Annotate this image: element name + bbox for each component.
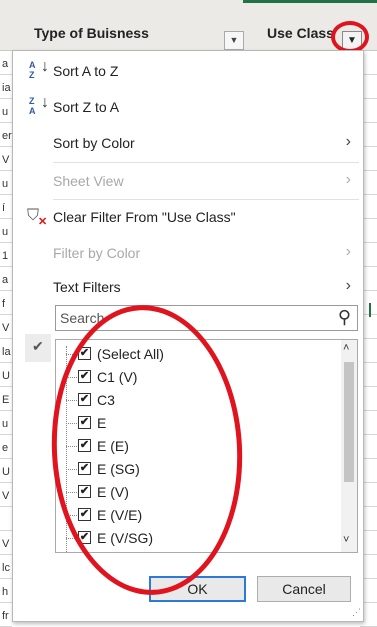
gridline xyxy=(0,482,12,483)
gridline xyxy=(0,530,12,531)
gridline xyxy=(0,506,12,507)
cell-selection-edge xyxy=(369,303,371,317)
gridline xyxy=(0,362,12,363)
cell-text-fragment: a xyxy=(2,58,9,70)
gridline xyxy=(0,218,12,219)
list-scrollbar[interactable]: ˄ ˅ xyxy=(341,340,357,552)
cell-text-fragment: 1 xyxy=(2,250,9,262)
gridline xyxy=(0,98,12,99)
cell-text-fragment: U xyxy=(2,466,10,478)
clear-filter-icon: ⛉ ✕ xyxy=(27,207,48,228)
cell-text-fragment: í xyxy=(2,202,6,214)
sort-z-to-a-item[interactable]: Z A ↓ Sort Z to A xyxy=(13,91,363,125)
cell-text-fragment: la xyxy=(2,346,11,358)
cell-text-fragment: V xyxy=(2,490,10,502)
column-header-use-class[interactable]: Use Class xyxy=(267,25,334,41)
scroll-down-icon[interactable]: ˅ xyxy=(343,534,349,546)
gridline xyxy=(0,602,12,603)
cell-text-fragment: e xyxy=(2,442,9,454)
sort-descending-icon: Z A ↓ xyxy=(29,94,49,117)
gridline xyxy=(0,266,12,267)
scroll-up-icon[interactable]: ˄ xyxy=(343,342,349,354)
sort-by-color-label: Sort by Color xyxy=(53,135,135,151)
cell-text-fragment: f xyxy=(2,298,6,310)
sort-a-to-z-label: Sort A to Z xyxy=(53,63,119,79)
header-row: Type of Buisness ▼ Use Class ▼ xyxy=(0,0,377,51)
search-icon: ⚲ xyxy=(337,307,351,327)
cell-text-fragment: fr xyxy=(2,610,9,622)
cell-text-fragment: U xyxy=(2,370,10,382)
sort-a-to-z-item[interactable]: A Z ↓ Sort A to Z xyxy=(13,55,363,89)
gridline xyxy=(0,410,12,411)
text-filters-item[interactable]: Text Filters › xyxy=(13,271,363,305)
cell-text-fragment: a xyxy=(2,274,9,286)
gridline xyxy=(0,338,12,339)
cell-text-fragment: V xyxy=(2,538,10,550)
cell-text-fragment: u xyxy=(2,226,9,238)
selected-column-indicator xyxy=(243,0,377,3)
gridline xyxy=(0,578,12,579)
chevron-right-icon: › xyxy=(345,133,351,150)
gridline xyxy=(0,74,12,75)
gridline xyxy=(0,290,12,291)
cancel-button[interactable]: Cancel xyxy=(257,576,351,602)
dropdown-arrow-icon[interactable]: ▼ xyxy=(224,31,244,50)
gridline xyxy=(0,434,12,435)
gridline xyxy=(0,386,12,387)
cell-text-fragment: lc xyxy=(2,562,10,574)
text-filters-label: Text Filters xyxy=(53,279,121,295)
chevron-right-icon: › xyxy=(345,277,351,294)
gridline xyxy=(0,458,12,459)
gridline xyxy=(0,146,12,147)
chevron-right-icon: › xyxy=(345,243,351,260)
chevron-right-icon: › xyxy=(345,171,351,188)
annotation-circle-filter-button xyxy=(331,21,369,53)
sort-ascending-icon: A Z ↓ xyxy=(29,58,49,81)
sheet-view-item: Sheet View › xyxy=(13,165,363,199)
scroll-thumb[interactable] xyxy=(344,362,354,482)
filter-by-color-item: Filter by Color › xyxy=(13,237,363,271)
gridline xyxy=(0,314,12,315)
clear-filter-label: Clear Filter From "Use Class" xyxy=(53,209,236,225)
gridline xyxy=(0,554,12,555)
gridline xyxy=(0,122,12,123)
column-header-type-of-business[interactable]: Type of Buisness xyxy=(34,25,149,41)
checkmark-icon: ✔ xyxy=(25,334,51,362)
sort-z-to-a-label: Sort Z to A xyxy=(53,99,120,115)
gridline xyxy=(0,194,12,195)
cell-text-fragment: u xyxy=(2,178,9,190)
filter-by-color-label: Filter by Color xyxy=(53,245,141,261)
cell-text-fragment: er xyxy=(2,130,12,142)
gridline xyxy=(0,242,12,243)
gridline xyxy=(0,170,12,171)
sort-by-color-item[interactable]: Sort by Color › xyxy=(13,127,363,161)
cell-text-fragment: V xyxy=(2,322,10,334)
sheet-view-label: Sheet View xyxy=(53,173,124,189)
menu-divider xyxy=(53,199,359,200)
cell-text-fragment: V xyxy=(2,154,10,166)
resize-grip-icon[interactable]: ⋰ xyxy=(352,607,361,618)
cell-text-fragment: E xyxy=(2,394,10,406)
cell-text-fragment: h xyxy=(2,586,9,598)
cell-text-fragment: u xyxy=(2,418,9,430)
menu-divider xyxy=(53,162,359,163)
cell-text-fragment: ia xyxy=(2,82,11,94)
clear-filter-item[interactable]: ⛉ ✕ Clear Filter From "Use Class" xyxy=(13,201,363,235)
cell-text-fragment: u xyxy=(2,106,9,118)
